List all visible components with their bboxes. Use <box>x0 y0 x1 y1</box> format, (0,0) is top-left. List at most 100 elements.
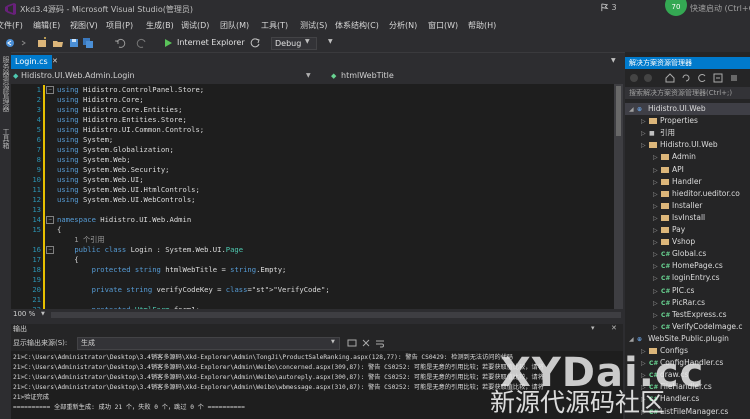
collapse-all-icon[interactable] <box>713 73 723 83</box>
sync-icon[interactable] <box>681 73 691 83</box>
redo-icon[interactable] <box>136 37 148 49</box>
code-line[interactable]: { <box>57 225 61 234</box>
code-line[interactable]: using System; <box>57 135 113 144</box>
quick-launch-input[interactable]: 快速启动 (Ctrl+Q) <box>690 3 750 14</box>
tree-item[interactable]: ◢ ⊕ WebSite.Public.plugin <box>625 333 750 345</box>
code-line[interactable]: using Hidistro.ControlPanel.Store; <box>57 85 204 94</box>
tree-item[interactable]: ▷ C# PicRar.cs <box>625 297 750 309</box>
find-message-icon[interactable] <box>347 338 357 348</box>
refresh-icon[interactable] <box>697 73 707 83</box>
code-line[interactable]: using Hidistro.Core; <box>57 95 144 104</box>
home-icon[interactable] <box>665 73 675 83</box>
fold-toggle[interactable]: − <box>46 86 54 94</box>
editor-horizontal-scrollbar[interactable] <box>51 312 621 318</box>
zoom-level[interactable]: 100 % <box>13 310 35 318</box>
fold-toggle[interactable]: − <box>46 216 54 224</box>
menu-debug[interactable]: 调试(D) <box>181 20 209 31</box>
menu-help[interactable]: 帮助(H) <box>468 20 496 31</box>
close-icon[interactable]: ✕ <box>611 324 617 332</box>
member-dropdown[interactable]: htmlWebTitle <box>341 70 394 82</box>
menu-window[interactable]: 窗口(W) <box>428 20 458 31</box>
chevron-down-icon[interactable]: ▼ <box>328 38 333 50</box>
tree-item[interactable]: ◢ ⊕ Hidistro.UI.Web <box>625 103 750 115</box>
tree-item[interactable]: ▷ API <box>625 164 750 176</box>
menu-file[interactable]: 文件(F) <box>0 20 23 31</box>
configuration-dropdown[interactable]: Debug <box>271 37 317 50</box>
navigate-forward-icon[interactable] <box>19 37 29 49</box>
tree-item[interactable]: ▷ Vshop <box>625 236 750 248</box>
solution-search-input[interactable]: 搜索解决方案资源管理器(Ctrl+;) <box>625 87 750 99</box>
menu-architecture[interactable]: 体系结构(C) <box>335 20 379 31</box>
toolbox-tab[interactable]: 工具箱 <box>1 128 11 149</box>
back-icon[interactable] <box>629 73 639 83</box>
menu-analyze[interactable]: 分析(N) <box>389 20 417 31</box>
code-line[interactable]: using Hidistro.Core.Entities; <box>57 105 183 114</box>
word-wrap-icon[interactable] <box>375 338 385 348</box>
tab-login-cs[interactable]: Login.cs <box>11 55 52 69</box>
code-line[interactable]: using System.Web.Security; <box>57 165 170 174</box>
code-line[interactable]: { <box>57 255 78 264</box>
code-line[interactable]: using System.Web.UI.HtmlControls; <box>57 185 200 194</box>
tree-item[interactable]: ▷ Installer <box>625 200 750 212</box>
tree-item[interactable]: ▷ Properties <box>625 115 750 127</box>
tree-item[interactable]: ▷ Hidistro.UI.Web <box>625 139 750 151</box>
menu-project[interactable]: 项目(P) <box>106 20 133 31</box>
properties-icon[interactable] <box>729 73 739 83</box>
tree-item[interactable]: ▷ Pay <box>625 224 750 236</box>
code-line[interactable]: using Hidistro.Entities.Store; <box>57 115 187 124</box>
class-dropdown[interactable]: Hidistro.UI.Web.Admin.Login <box>21 70 311 82</box>
close-icon[interactable]: ✕ <box>52 57 58 65</box>
tree-item[interactable]: ▷ Handler <box>625 176 750 188</box>
pin-icon[interactable]: ▾ <box>591 324 595 332</box>
run-target-dropdown[interactable]: Internet Explorer <box>174 37 248 48</box>
output-source-dropdown[interactable]: 生成 <box>77 337 340 350</box>
tree-item[interactable]: ▷ ■ 引用 <box>625 127 750 139</box>
open-file-icon[interactable] <box>52 37 64 49</box>
save-all-icon[interactable] <box>82 37 94 49</box>
tree-item[interactable]: ▷ Admin <box>625 151 750 163</box>
menu-test[interactable]: 测试(S) <box>300 20 327 31</box>
code-line[interactable]: using Hidistro.UI.Common.Controls; <box>57 125 204 134</box>
code-line[interactable]: 1 个引用 <box>57 235 104 245</box>
chevron-down-icon[interactable]: ▼ <box>305 38 310 50</box>
navigate-back-icon[interactable] <box>4 37 16 49</box>
tree-item[interactable]: ▷ C# TestExpress.cs <box>625 309 750 321</box>
code-line[interactable]: public class Login : System.Web.UI.Page <box>57 245 243 254</box>
menu-tools[interactable]: 工具(T) <box>261 20 288 31</box>
account-avatar[interactable]: 70 <box>665 0 687 16</box>
fold-toggle[interactable]: − <box>46 246 54 254</box>
code-editor[interactable]: 1 using Hidistro.ControlPanel.Store; −2 usi… <box>11 84 614 309</box>
code-line[interactable]: using System.Globalization; <box>57 145 174 154</box>
code-line[interactable]: namespace Hidistro.UI.Web.Admin <box>57 215 191 224</box>
tree-item[interactable]: ▷ C# PIC.cs <box>625 285 750 297</box>
save-icon[interactable] <box>68 37 80 49</box>
undo-icon[interactable] <box>114 37 126 49</box>
server-explorer-tab[interactable]: 服务器资源管理器 <box>1 56 11 112</box>
menu-view[interactable]: 视图(V) <box>70 20 98 31</box>
chevron-down-icon[interactable]: ▼ <box>41 311 45 317</box>
tree-item[interactable]: ▷ hieditor.ueditor.co <box>625 188 750 200</box>
start-debugging-icon[interactable] <box>163 37 173 49</box>
tree-item[interactable]: ▷ C# HomePage.cs <box>625 260 750 272</box>
menu-team[interactable]: 团队(M) <box>220 20 249 31</box>
code-line[interactable]: using System.Web.UI.WebControls; <box>57 195 195 204</box>
notifications[interactable]: 3 <box>600 3 642 15</box>
tree-item[interactable]: ▷ IsvInstall <box>625 212 750 224</box>
tree-item[interactable]: ▷ C# loginEntry.cs <box>625 272 750 284</box>
code-line[interactable]: using System.Web.UI; <box>57 175 144 184</box>
new-project-icon[interactable] <box>36 37 48 49</box>
tab-list-chevron-icon[interactable]: ▼ <box>611 57 616 64</box>
code-line[interactable]: protected string htmlWebTitle = string.E… <box>57 265 287 274</box>
menu-build[interactable]: 生成(B) <box>146 20 174 31</box>
menu-edit[interactable]: 编辑(E) <box>33 20 60 31</box>
clear-all-icon[interactable] <box>361 338 371 348</box>
tree-item[interactable]: ▷ C# Global.cs <box>625 248 750 260</box>
chevron-down-icon[interactable]: ▼ <box>306 70 311 82</box>
refresh-icon[interactable] <box>250 37 261 49</box>
chevron-down-icon[interactable]: ▼ <box>331 339 335 345</box>
editor-scroll-thumb[interactable] <box>616 86 621 136</box>
code-line[interactable]: private string verifyCodeKey = class="st… <box>57 285 330 294</box>
forward-icon[interactable] <box>643 73 653 83</box>
tree-item[interactable]: ▷ C# VerifyCodeImage.c <box>625 321 750 333</box>
code-line[interactable]: using System.Web; <box>57 155 131 164</box>
